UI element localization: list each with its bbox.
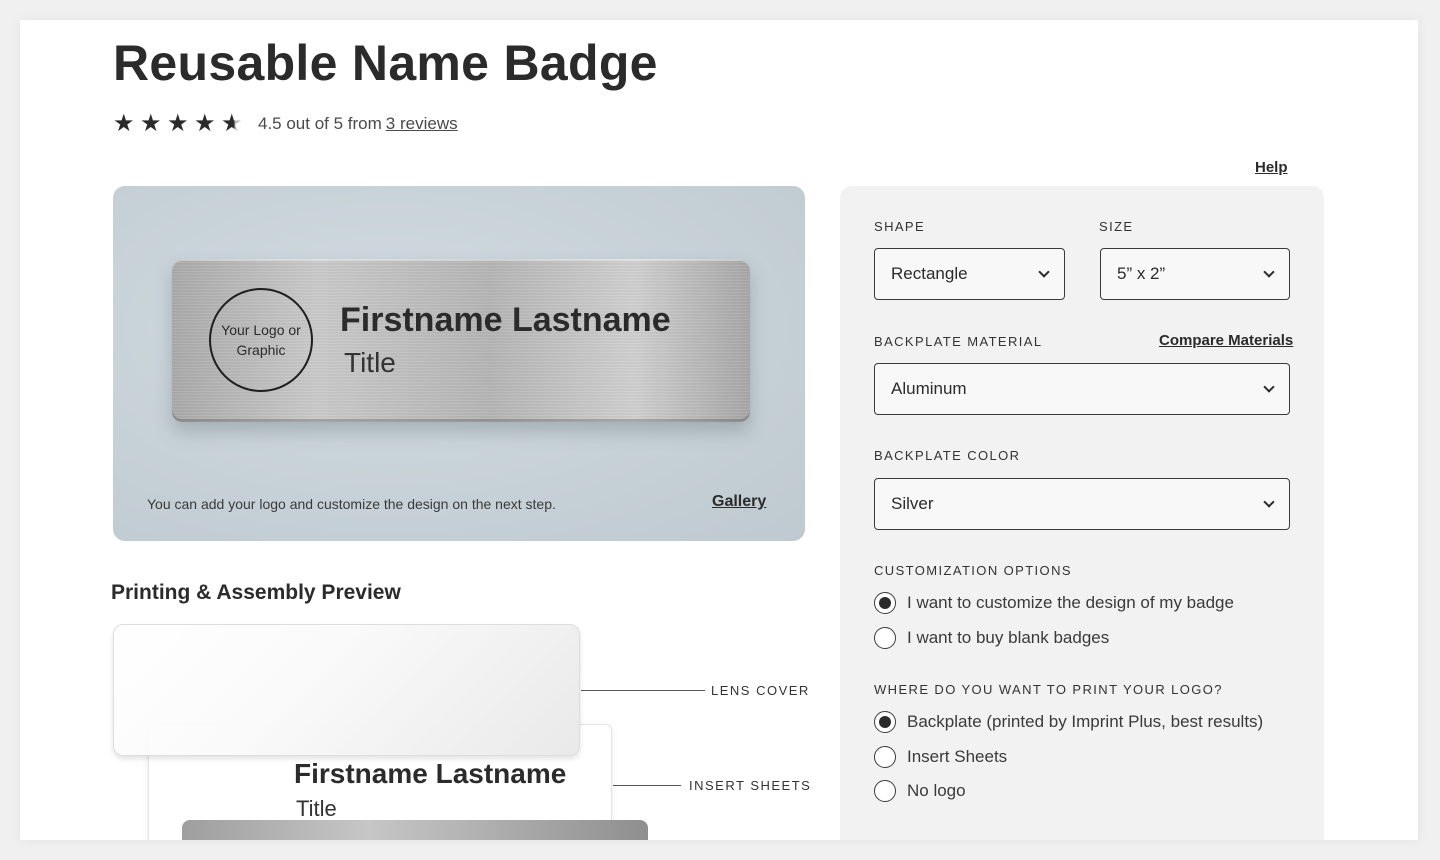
chevron-down-icon — [1263, 381, 1275, 393]
logo-insert-sheets-radio[interactable]: Insert Sheets — [874, 746, 1007, 768]
product-rating: ★ ★ ★ ★ ★ 4.5 out of 5 from 3 reviews — [113, 112, 458, 136]
shape-select[interactable]: Rectangle — [874, 248, 1065, 300]
radio-label: No logo — [907, 781, 966, 800]
radio-label: I want to customize the design of my bad… — [907, 593, 1234, 612]
logo-backplate-radio[interactable]: Backplate (printed by Imprint Plus, best… — [874, 711, 1263, 733]
rating-text: 4.5 out of 5 from — [258, 114, 382, 133]
size-select[interactable]: 5” x 2” — [1100, 248, 1290, 300]
assembly-heading: Printing & Assembly Preview — [111, 581, 401, 604]
backplate-material-label: BACKPLATE MATERIAL — [874, 334, 1043, 349]
product-page: Reusable Name Badge ★ ★ ★ ★ ★ 4.5 out of… — [20, 20, 1418, 840]
compare-materials-link[interactable]: Compare Materials — [1159, 332, 1293, 349]
chevron-down-icon — [1263, 266, 1275, 278]
badge-preview: Your Logo or Graphic Firstname Lastname … — [113, 186, 805, 541]
gallery-link[interactable]: Gallery — [712, 493, 766, 511]
lens-cover-layer — [113, 624, 580, 756]
backplate-material-select[interactable]: Aluminum — [874, 363, 1290, 415]
lens-cover-label: LENS COVER — [711, 683, 810, 698]
star-icon: ★ — [194, 110, 216, 137]
customization-options-label: CUSTOMIZATION OPTIONS — [874, 563, 1072, 578]
radio-label: Backplate (printed by Imprint Plus, best… — [907, 712, 1264, 731]
help-link[interactable]: Help — [1255, 159, 1288, 176]
chevron-down-icon — [1263, 496, 1275, 508]
star-icon: ★ — [167, 110, 189, 137]
lens-cover-callout-line — [581, 690, 705, 691]
backplate-layer — [182, 820, 648, 840]
size-select-value: 5” x 2” — [1117, 264, 1166, 283]
shape-label: SHAPE — [874, 219, 926, 234]
options-panel: SHAPE Rectangle SIZE 5” x 2” BACKPLATE M… — [840, 186, 1324, 840]
blank-badges-radio[interactable]: I want to buy blank badges — [874, 627, 1109, 649]
radio-unchecked-icon — [874, 746, 896, 768]
backplate-material-value: Aluminum — [891, 379, 967, 398]
star-icon: ★ — [140, 110, 162, 137]
customize-design-radio[interactable]: I want to customize the design of my bad… — [874, 592, 1234, 614]
radio-label: I want to buy blank badges — [907, 628, 1110, 647]
logo-placeholder-text: Your Logo or Graphic — [221, 322, 301, 358]
backplate-color-label: BACKPLATE COLOR — [874, 448, 1021, 463]
logo-placeholder: Your Logo or Graphic — [209, 288, 313, 392]
insert-title-text: Title — [296, 796, 337, 821]
star-rating: ★ ★ ★ ★ ★ — [113, 112, 248, 136]
half-star-icon: ★ — [221, 112, 248, 136]
insert-name-text: Firstname Lastname — [294, 758, 567, 789]
shape-select-value: Rectangle — [891, 264, 968, 283]
radio-label: Insert Sheets — [907, 747, 1008, 766]
star-icon: ★ — [113, 110, 135, 137]
badge-title-text: Title — [344, 347, 396, 378]
logo-location-label: WHERE DO YOU WANT TO PRINT YOUR LOGO? — [874, 682, 1223, 697]
backplate-color-select[interactable]: Silver — [874, 478, 1290, 530]
radio-checked-icon — [874, 592, 896, 614]
size-label: SIZE — [1099, 219, 1134, 234]
reviews-link[interactable]: 3 reviews — [386, 114, 458, 134]
insert-sheets-label: INSERT SHEETS — [689, 778, 812, 793]
product-title: Reusable Name Badge — [113, 35, 658, 91]
no-logo-radio[interactable]: No logo — [874, 780, 966, 802]
radio-checked-icon — [874, 711, 896, 733]
badge-name-text: Firstname Lastname — [340, 301, 671, 339]
radio-unchecked-icon — [874, 780, 896, 802]
backplate-color-value: Silver — [891, 494, 934, 513]
radio-unchecked-icon — [874, 627, 896, 649]
preview-note: You can add your logo and customize the … — [147, 496, 556, 512]
badge-mockup: Your Logo or Graphic Firstname Lastname … — [172, 259, 750, 422]
insert-sheets-callout-line — [613, 785, 681, 786]
chevron-down-icon — [1038, 266, 1050, 278]
